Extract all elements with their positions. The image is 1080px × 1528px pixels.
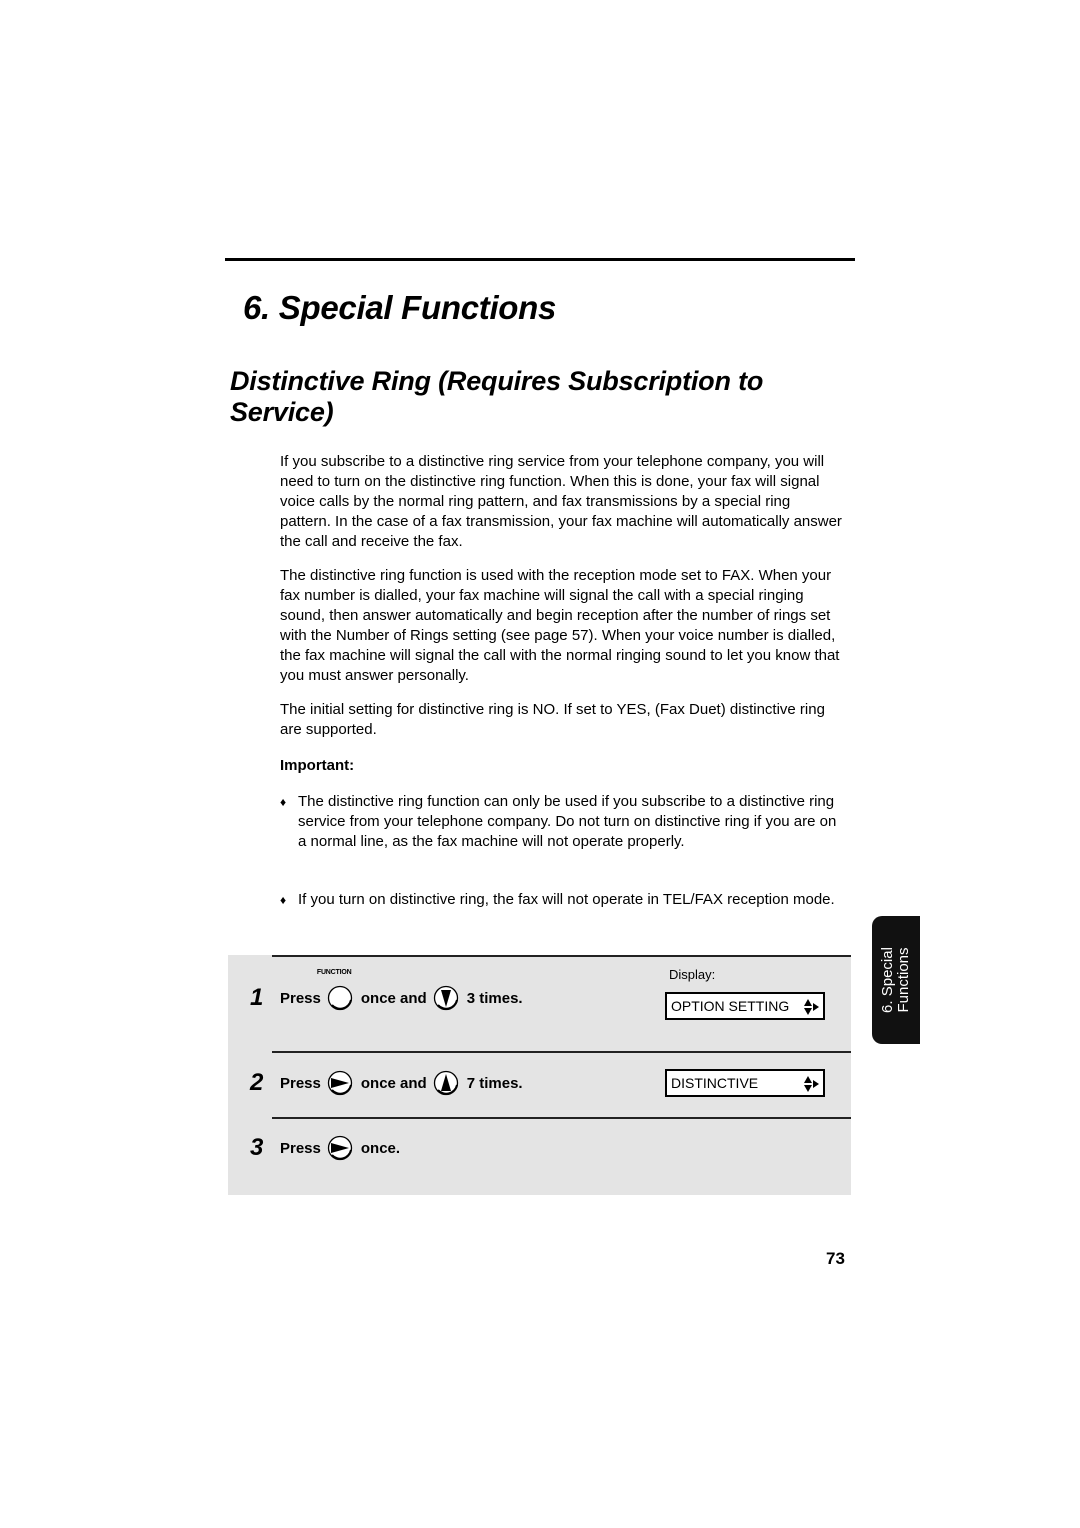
- down-arrow-key-icon: [433, 985, 459, 1011]
- step-2: 2 Press once and 7 times.: [250, 1069, 529, 1097]
- right-arrow-key-icon: [327, 1070, 353, 1096]
- step-number: 1: [250, 984, 264, 1011]
- intro-paragraph: If you subscribe to a distinctive ring s…: [280, 453, 842, 550]
- lcd-display-text: OPTION SETTING: [671, 998, 790, 1014]
- side-tab-label: 6. Special Functions: [879, 947, 912, 1013]
- right-arrow-key-icon: [327, 1135, 353, 1161]
- lcd-display: OPTION SETTING: [665, 992, 825, 1020]
- step-1: 1 Press FUNCTION once and 3 times.: [250, 969, 529, 1012]
- step-press-label: Press: [280, 989, 321, 1007]
- side-tab-line-1: 6. Special: [879, 947, 896, 1013]
- section-title: Distinctive Ring (Requires Subscription …: [230, 366, 764, 427]
- step-middle-text: once and: [360, 1074, 427, 1092]
- step-3: 3 Press once.: [250, 1134, 406, 1162]
- step-number: 2: [250, 1069, 264, 1096]
- steps-divider: [272, 955, 851, 957]
- function-key-caption: FUNCTION: [316, 969, 352, 976]
- side-tab-line-2: Functions: [895, 947, 912, 1013]
- step-end-text: 7 times.: [466, 1074, 523, 1092]
- lcd-display-text: DISTINCTIVE: [671, 1075, 759, 1091]
- important-label: Important:: [280, 757, 355, 774]
- step-number: 3: [250, 1134, 264, 1161]
- page-number: 73: [826, 1249, 845, 1268]
- chapter-side-tab: 6. Special Functions: [872, 916, 920, 1044]
- function-key-icon: FUNCTION: [317, 969, 353, 1011]
- bullet-text: The distinctive ring function can only b…: [298, 793, 837, 850]
- reception-paragraph: The distinctive ring function is used wi…: [280, 567, 840, 684]
- up-arrow-key-icon: [433, 1070, 459, 1096]
- step-press-label: Press: [280, 1139, 321, 1157]
- navigation-arrows-icon: [804, 1076, 819, 1092]
- steps-panel: 1 Press FUNCTION once and 3 times. 2 Pre…: [228, 955, 851, 1195]
- chapter-title: 6. Special Functions: [243, 289, 557, 326]
- navigation-arrows-icon: [804, 999, 819, 1015]
- display-label: Display:: [669, 967, 716, 982]
- diamond-bullet-icon: ♦: [280, 893, 287, 907]
- steps-divider: [272, 1117, 851, 1119]
- step-press-label: Press: [280, 1074, 321, 1092]
- diamond-bullet-icon: ♦: [280, 795, 287, 809]
- step-end-text: once.: [360, 1139, 401, 1157]
- initial-setting-paragraph: The initial setting for distinctive ring…: [280, 701, 825, 738]
- step-middle-text: once and: [360, 989, 427, 1007]
- chapter-top-rule: [225, 258, 855, 261]
- step-end-text: 3 times.: [466, 989, 523, 1007]
- bullet-text: If you turn on distinctive ring, the fax…: [298, 891, 835, 908]
- steps-divider: [272, 1051, 851, 1053]
- important-bullet: ♦ The distinctive ring function can only…: [280, 792, 845, 852]
- important-bullet: ♦ If you turn on distinctive ring, the f…: [280, 890, 845, 910]
- lcd-display: DISTINCTIVE: [665, 1069, 825, 1097]
